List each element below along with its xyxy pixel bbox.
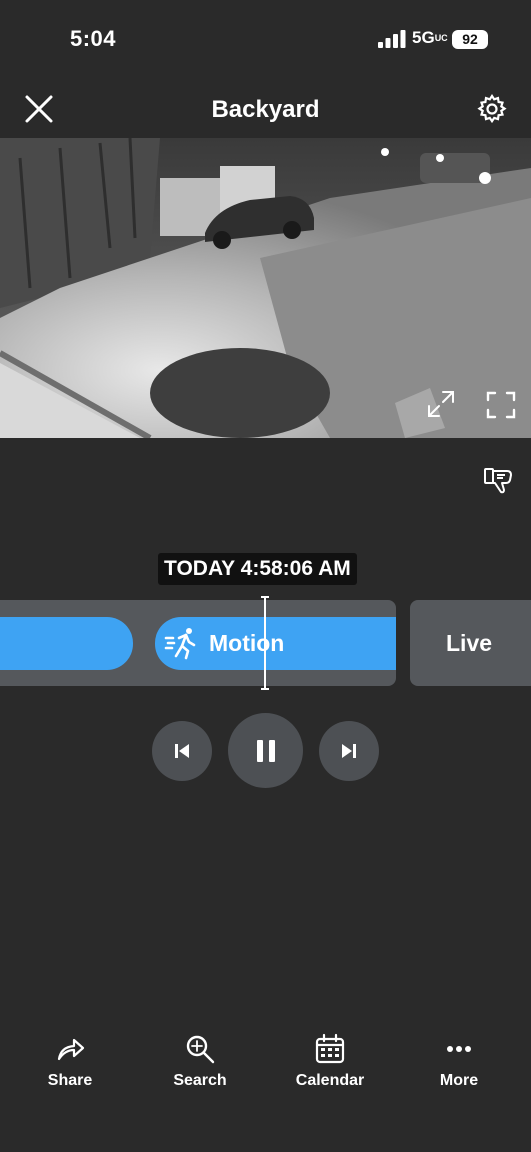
calendar-icon xyxy=(315,1033,345,1064)
pause-button[interactable] xyxy=(228,713,303,788)
expand-icon[interactable] xyxy=(426,389,456,419)
nav-calendar-label: Calendar xyxy=(295,1072,365,1089)
page-title: Backyard xyxy=(211,96,320,123)
nav-share-label: Share xyxy=(47,1072,93,1089)
live-label: Live xyxy=(446,630,493,656)
battery-indicator: 92 xyxy=(452,30,488,49)
more-icon xyxy=(447,1046,471,1052)
nav-calendar[interactable]: Calendar xyxy=(275,1033,385,1090)
playback-timestamp: TODAY 4:58:06 AM xyxy=(158,553,357,585)
status-time: 5:04 xyxy=(70,26,117,51)
nav-search-label: Search xyxy=(173,1072,227,1089)
timeline-playhead[interactable] xyxy=(264,596,266,690)
thumbs-down-feedback-icon[interactable] xyxy=(483,465,515,495)
nav-share[interactable]: Share xyxy=(15,1033,125,1090)
timeline-previous-event[interactable] xyxy=(0,617,133,670)
network-type: 5GUC xyxy=(412,28,448,47)
running-person-icon xyxy=(164,628,196,660)
nav-more[interactable]: More xyxy=(404,1033,514,1090)
motion-event-label: Motion xyxy=(209,630,285,656)
gear-icon[interactable] xyxy=(476,93,508,125)
signal-icon xyxy=(378,30,406,48)
nav-search[interactable]: Search xyxy=(145,1033,255,1090)
skip-previous-button[interactable] xyxy=(152,721,212,781)
search-icon xyxy=(186,1035,215,1064)
playhead-cap-bottom xyxy=(261,688,269,690)
fullscreen-icon[interactable] xyxy=(486,391,516,419)
skip-previous-icon xyxy=(175,744,189,758)
pause-icon xyxy=(256,739,275,762)
skip-next-icon xyxy=(342,744,356,758)
playhead-cap-top xyxy=(261,596,269,598)
nav-more-label: More xyxy=(439,1072,479,1089)
skip-next-button[interactable] xyxy=(319,721,379,781)
share-icon xyxy=(57,1038,85,1061)
